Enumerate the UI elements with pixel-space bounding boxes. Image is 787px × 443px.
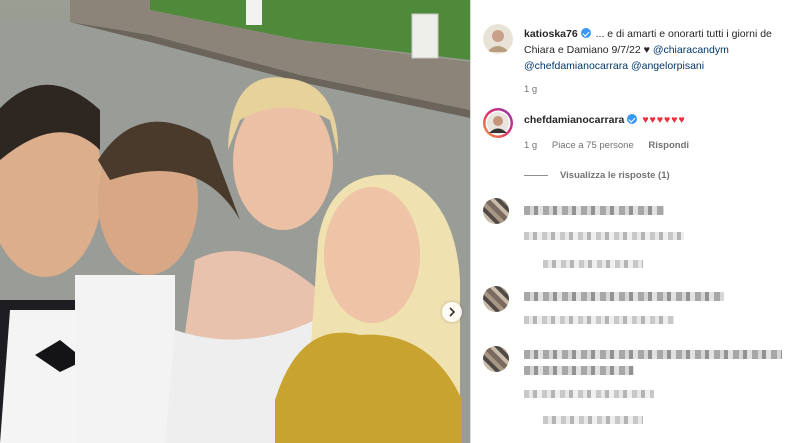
caption-text: katioska76 ... e di amarti e onorarti tu… xyxy=(524,26,772,74)
pixelated-meta xyxy=(543,260,643,268)
pixelated-text xyxy=(524,206,664,215)
pixelated-meta xyxy=(524,390,654,398)
mention-link[interactable]: @angelorpisani xyxy=(631,60,704,72)
avatar[interactable] xyxy=(483,24,513,54)
wedding-selfie-image xyxy=(0,0,470,443)
mention-link[interactable]: @chiaracandym xyxy=(653,44,729,56)
caption-meta: 1 g xyxy=(524,84,549,95)
caption-line-1: ... e di amarti e onorarti tutti i giorn… xyxy=(592,28,772,40)
comment-username[interactable]: chefdamianocarrara xyxy=(524,114,624,126)
pixelated-comment xyxy=(483,198,787,278)
verified-badge-icon xyxy=(627,114,638,124)
pixelated-meta xyxy=(524,316,674,324)
view-replies-label[interactable]: Visualizza le risposte (1) xyxy=(560,170,670,181)
next-photo-button[interactable] xyxy=(442,302,462,322)
comment-text: chefdamianocarrara ♥♥♥♥♥♥ xyxy=(524,112,686,128)
reply-button[interactable]: Rispondi xyxy=(648,140,689,151)
avatar[interactable] xyxy=(483,108,513,138)
mention-link[interactable]: @chefdamianocarrara xyxy=(524,60,628,72)
pixelated-comment xyxy=(483,286,787,346)
post-time: 1 g xyxy=(524,84,538,95)
divider xyxy=(524,174,548,176)
comment-meta: 1 g Piace a 75 persone Rispondi xyxy=(524,140,701,151)
pixelated-comment xyxy=(483,344,787,443)
likes-count[interactable]: Piace a 75 persone xyxy=(552,140,634,151)
pixelated-text xyxy=(524,292,724,301)
pixelated-text xyxy=(524,366,634,375)
post-caption: katioska76 ... e di amarti e onorarti tu… xyxy=(483,24,787,96)
post-photo[interactable] xyxy=(0,0,470,443)
comment-time: 1 g xyxy=(524,140,538,151)
view-replies[interactable]: Visualizza le risposte (1) xyxy=(524,170,682,181)
pixelated-text xyxy=(524,350,782,359)
post-username[interactable]: katioska76 xyxy=(524,28,578,40)
comment-hearts: ♥♥♥♥♥♥ xyxy=(642,114,686,126)
avatar xyxy=(483,346,509,372)
pixelated-meta xyxy=(543,416,643,424)
pixelated-meta xyxy=(524,232,684,240)
caption-line-2: Chiara e Damiano 9/7/22 ♥ xyxy=(524,44,653,56)
comments-panel: katioska76 ... e di amarti e onorarti tu… xyxy=(470,0,787,443)
avatar xyxy=(483,286,509,312)
verified-badge-icon xyxy=(580,28,591,38)
avatar xyxy=(483,198,509,224)
chevron-right-icon xyxy=(449,307,456,317)
comment-chefdamianocarrara: chefdamianocarrara ♥♥♥♥♥♥ 1 g Piace a 75… xyxy=(483,108,787,188)
